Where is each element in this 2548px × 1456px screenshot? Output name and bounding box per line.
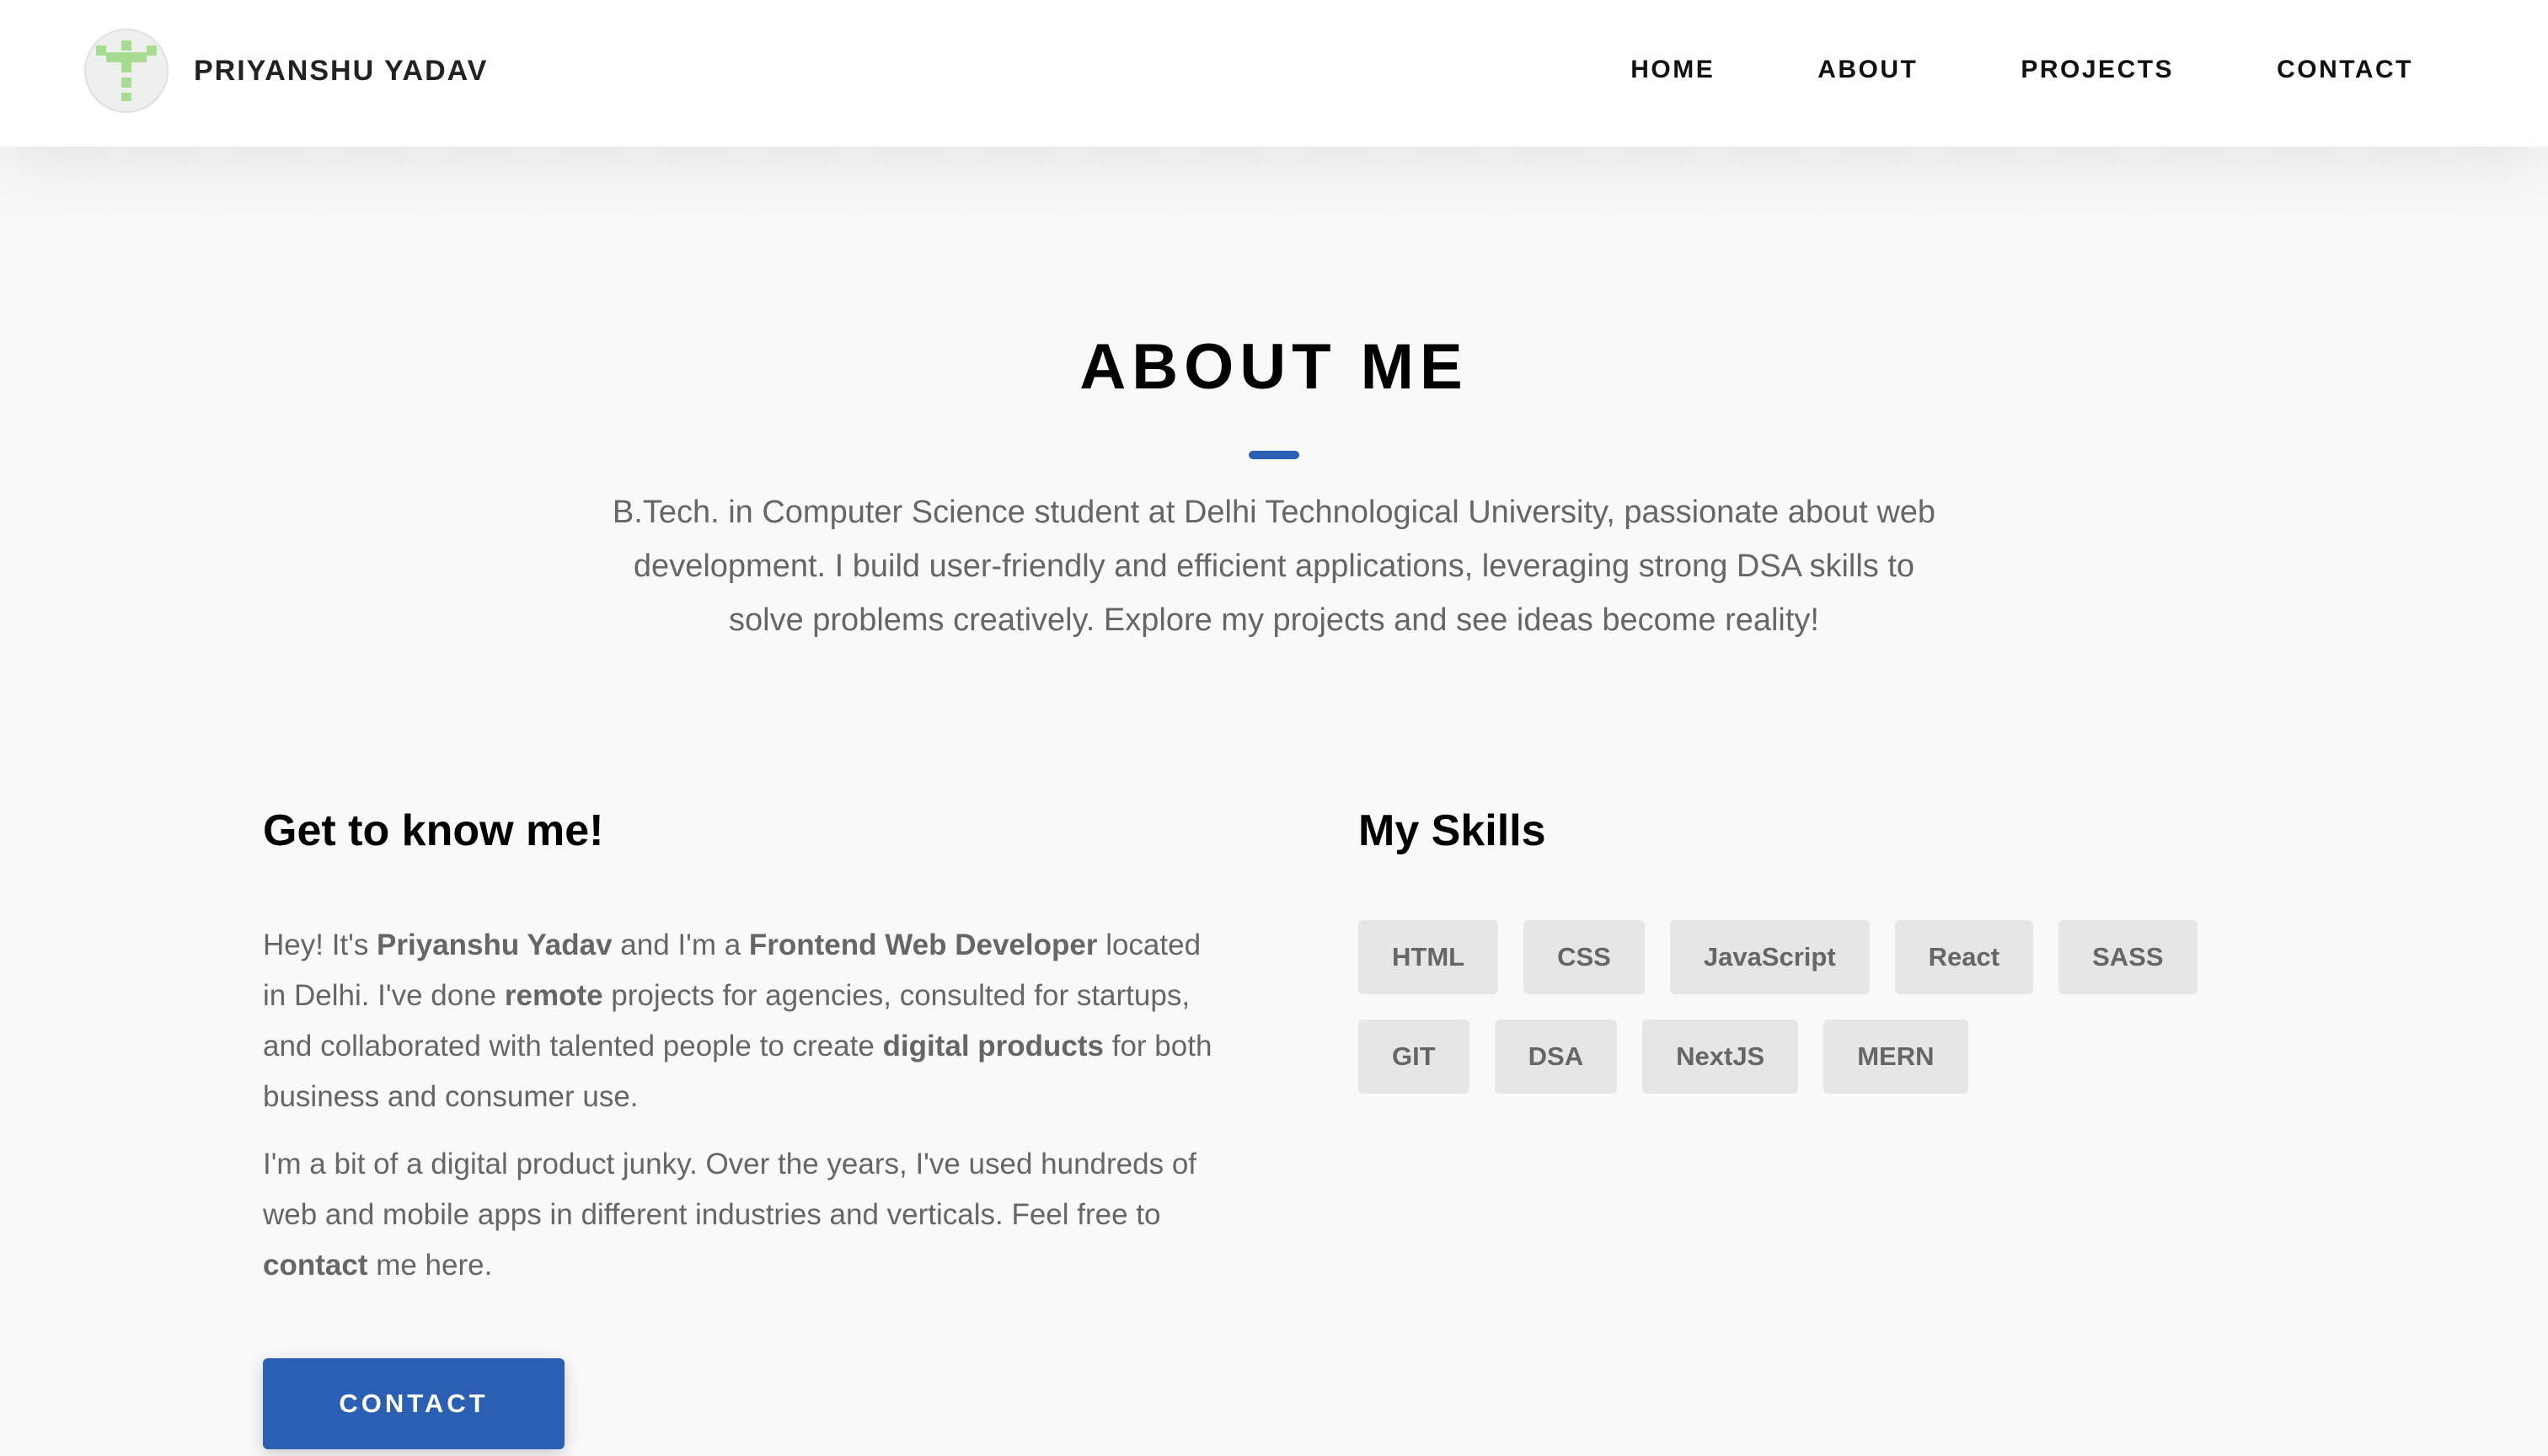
para-text: Hey! It's	[263, 929, 377, 961]
know-me-heading: Get to know me!	[263, 806, 604, 855]
contact-inline-link[interactable]: contact	[263, 1249, 367, 1282]
nav-home[interactable]: HOME	[1630, 56, 1715, 84]
name-highlight: Priyanshu Yadav	[377, 929, 613, 961]
main-nav: HOME ABOUT PROJECTS CONTACT	[1528, 56, 2413, 84]
title-underline	[1249, 451, 1299, 459]
intro-paragraph: Hey! It's Priyanshu Yadav and I'm a Fron…	[263, 920, 1215, 1122]
para-text: and I'm a	[612, 929, 749, 961]
digital-products-highlight: digital products	[882, 1030, 1105, 1063]
skills-heading: My Skills	[1358, 806, 1546, 855]
skill-tag: CSS	[1523, 920, 1645, 994]
nav-projects[interactable]: PROJECTS	[2021, 56, 2174, 84]
para-text: me here.	[367, 1249, 493, 1282]
nav-about[interactable]: ABOUT	[1817, 56, 1918, 84]
logo-avatar-icon	[84, 29, 169, 113]
brand-link[interactable]: PRIYANSHU YADAV	[84, 29, 488, 113]
bio-paragraph: I'm a bit of a digital product junky. Ov…	[263, 1139, 1215, 1291]
role-highlight: Frontend Web Developer	[748, 929, 1098, 961]
brand-name: PRIYANSHU YADAV	[194, 54, 489, 87]
skills-list: HTML CSS JavaScript React SASS GIT DSA N…	[1358, 920, 2285, 1119]
skill-tag: React	[1894, 920, 2034, 994]
skill-tag: HTML	[1358, 920, 1499, 994]
skill-tag: MERN	[1823, 1020, 1968, 1094]
intro-text: B.Tech. in Computer Science student at D…	[612, 495, 1936, 638]
skill-tag: JavaScript	[1669, 920, 1870, 994]
skill-tag: DSA	[1494, 1020, 1618, 1094]
nav-contact[interactable]: CONTACT	[2277, 56, 2413, 84]
skill-tag: NextJS	[1642, 1020, 1799, 1094]
section-title: ABOUT ME	[1079, 331, 1469, 403]
remote-highlight: remote	[504, 979, 603, 1012]
site-header: PRIYANSHU YADAV HOME ABOUT PROJECTS CONT…	[0, 0, 2548, 147]
pixel-t-logo-icon	[96, 40, 157, 101]
contact-button[interactable]: CONTACT	[263, 1358, 565, 1449]
para-text: I'm a bit of a digital product junky. Ov…	[263, 1148, 1197, 1231]
skill-tag: GIT	[1358, 1020, 1469, 1094]
skill-tag: SASS	[2058, 920, 2197, 994]
